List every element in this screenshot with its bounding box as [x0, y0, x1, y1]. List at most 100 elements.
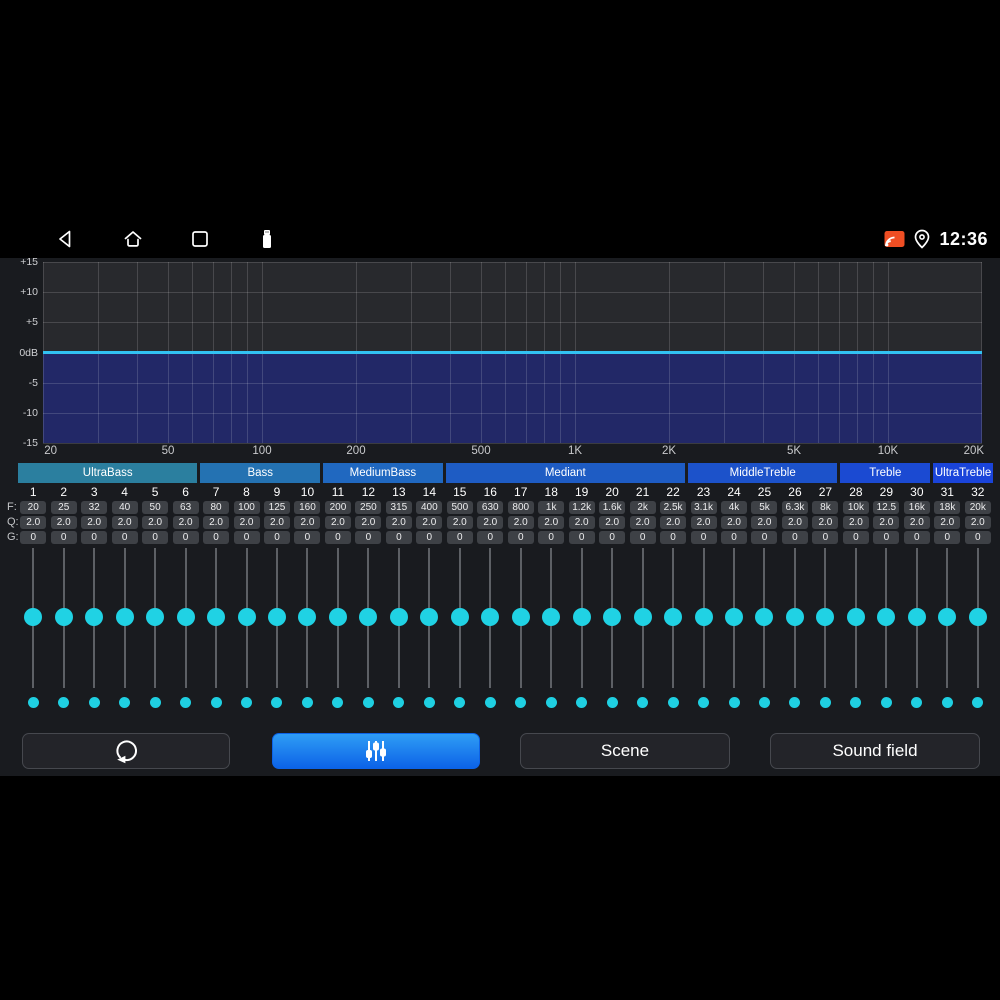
gain-slider[interactable] [201, 546, 231, 690]
slider-knob[interactable] [359, 608, 378, 626]
frequency-chip[interactable]: 16k [903, 501, 930, 514]
frequency-chip[interactable]: 32 [81, 501, 108, 514]
gain-slider[interactable] [566, 546, 596, 690]
slider-knob[interactable] [420, 608, 439, 626]
gain-chip[interactable]: 0 [142, 531, 169, 544]
slider-knob[interactable] [115, 608, 134, 626]
frequency-chip[interactable]: 3.1k [690, 501, 717, 514]
slider-knob[interactable] [846, 608, 865, 626]
gain-chip[interactable]: 0 [660, 531, 687, 544]
gain-chip[interactable]: 0 [81, 531, 108, 544]
slider-knob[interactable] [816, 608, 835, 626]
gain-slider[interactable] [140, 546, 170, 690]
gain-chip[interactable]: 0 [629, 531, 656, 544]
frequency-chip[interactable]: 800 [507, 501, 534, 514]
gain-chip[interactable]: 0 [446, 531, 473, 544]
frequency-chip[interactable]: 1k [538, 501, 565, 514]
slider-knob[interactable] [603, 608, 622, 626]
gain-chip[interactable]: 0 [203, 531, 230, 544]
back-icon[interactable] [55, 228, 77, 250]
frequency-chip[interactable]: 315 [385, 501, 412, 514]
slider-knob[interactable] [24, 608, 43, 626]
gain-slider[interactable] [810, 546, 840, 690]
q-chip[interactable]: 2.0 [385, 516, 412, 529]
gain-slider[interactable] [536, 546, 566, 690]
gain-slider[interactable] [79, 546, 109, 690]
q-chip[interactable]: 2.0 [873, 516, 900, 529]
q-chip[interactable]: 2.0 [172, 516, 199, 529]
frequency-chip[interactable]: 630 [477, 501, 504, 514]
gain-slider[interactable] [780, 546, 810, 690]
q-chip[interactable]: 2.0 [507, 516, 534, 529]
slider-knob[interactable] [938, 608, 957, 626]
q-chip[interactable]: 2.0 [81, 516, 108, 529]
frequency-chip[interactable]: 2k [629, 501, 656, 514]
frequency-chip[interactable]: 40 [111, 501, 138, 514]
gain-slider[interactable] [871, 546, 901, 690]
gain-slider[interactable] [292, 546, 322, 690]
slider-knob[interactable] [85, 608, 104, 626]
gain-chip[interactable]: 0 [416, 531, 443, 544]
frequency-chip[interactable]: 63 [172, 501, 199, 514]
recents-icon[interactable] [189, 228, 211, 250]
gain-slider[interactable] [719, 546, 749, 690]
slider-knob[interactable] [54, 608, 73, 626]
gain-chip[interactable]: 0 [842, 531, 869, 544]
gain-slider[interactable] [170, 546, 200, 690]
q-chip[interactable]: 2.0 [751, 516, 778, 529]
slider-knob[interactable] [267, 608, 286, 626]
frequency-chip[interactable]: 10k [842, 501, 869, 514]
q-chip[interactable]: 2.0 [324, 516, 351, 529]
gain-slider[interactable] [18, 546, 48, 690]
gain-chip[interactable]: 0 [690, 531, 717, 544]
frequency-chip[interactable]: 8k [812, 501, 839, 514]
gain-chip[interactable]: 0 [781, 531, 808, 544]
frequency-chip[interactable]: 80 [203, 501, 230, 514]
slider-knob[interactable] [755, 608, 774, 626]
gain-chip[interactable]: 0 [721, 531, 748, 544]
home-icon[interactable] [122, 228, 144, 250]
q-chip[interactable]: 2.0 [629, 516, 656, 529]
gain-chip[interactable]: 0 [477, 531, 504, 544]
slider-knob[interactable] [207, 608, 226, 626]
frequency-chip[interactable]: 100 [233, 501, 260, 514]
gain-chip[interactable]: 0 [934, 531, 961, 544]
slider-knob[interactable] [725, 608, 744, 626]
gain-slider[interactable] [841, 546, 871, 690]
gain-chip[interactable]: 0 [50, 531, 77, 544]
gain-slider[interactable] [353, 546, 383, 690]
q-chip[interactable]: 2.0 [568, 516, 595, 529]
slider-knob[interactable] [633, 608, 652, 626]
slider-knob[interactable] [664, 608, 683, 626]
q-chip[interactable]: 2.0 [538, 516, 565, 529]
slider-knob[interactable] [694, 608, 713, 626]
slider-knob[interactable] [572, 608, 591, 626]
frequency-chip[interactable]: 200 [324, 501, 351, 514]
slider-knob[interactable] [877, 608, 896, 626]
gain-slider[interactable] [963, 546, 993, 690]
q-chip[interactable]: 2.0 [416, 516, 443, 529]
frequency-chip[interactable]: 160 [294, 501, 321, 514]
frequency-chip[interactable]: 250 [355, 501, 382, 514]
slider-knob[interactable] [237, 608, 256, 626]
slider-knob[interactable] [450, 608, 469, 626]
slider-knob[interactable] [146, 608, 165, 626]
gain-chip[interactable]: 0 [751, 531, 778, 544]
frequency-chip[interactable]: 20 [20, 501, 47, 514]
frequency-chip[interactable]: 125 [263, 501, 290, 514]
gain-chip[interactable]: 0 [812, 531, 839, 544]
q-chip[interactable]: 2.0 [20, 516, 47, 529]
gain-slider[interactable] [231, 546, 261, 690]
frequency-chip[interactable]: 6.3k [781, 501, 808, 514]
frequency-chip[interactable]: 1.2k [568, 501, 595, 514]
q-chip[interactable]: 2.0 [142, 516, 169, 529]
gain-slider[interactable] [932, 546, 962, 690]
gain-chip[interactable]: 0 [355, 531, 382, 544]
gain-slider[interactable] [658, 546, 688, 690]
gain-slider[interactable] [262, 546, 292, 690]
q-chip[interactable]: 2.0 [233, 516, 260, 529]
q-chip[interactable]: 2.0 [111, 516, 138, 529]
gain-chip[interactable]: 0 [111, 531, 138, 544]
frequency-chip[interactable]: 5k [751, 501, 778, 514]
frequency-chip[interactable]: 50 [142, 501, 169, 514]
